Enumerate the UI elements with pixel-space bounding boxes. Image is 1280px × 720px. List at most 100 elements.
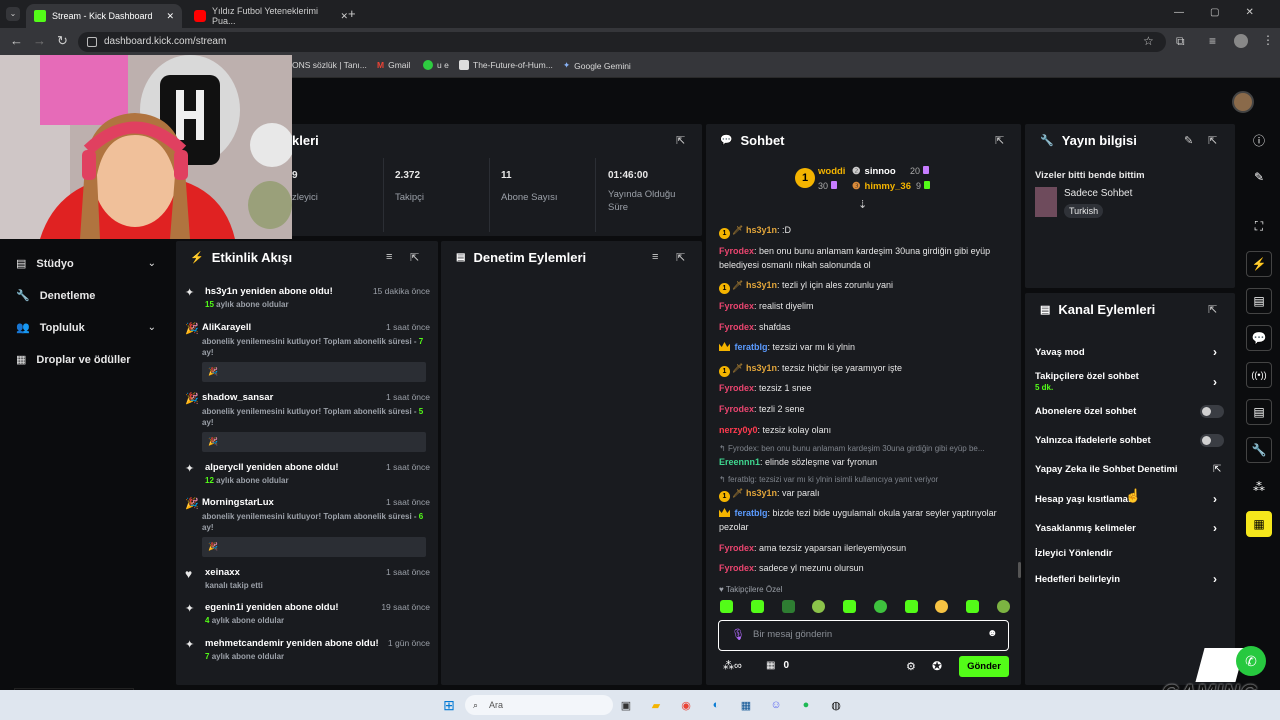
set-goals-label[interactable]: Hedefleri belirleyin — [1035, 574, 1120, 585]
emote-icon[interactable] — [812, 600, 826, 613]
steam-icon[interactable]: ◍ — [826, 695, 846, 715]
emote-icon[interactable] — [873, 600, 887, 613]
popout-icon[interactable]: ⇱ — [1208, 303, 1217, 316]
sidebar-item-moderation[interactable]: 🔧 Denetleme — [16, 289, 95, 303]
sidebar-item-community[interactable]: 👥 Topluluk ⌄ — [16, 321, 156, 335]
sidebar-item-studio[interactable]: ▤ Stüdyo ⌄ — [16, 257, 156, 271]
chrome-icon[interactable]: ◉ — [676, 695, 696, 715]
reply-reference[interactable]: ↰ feratblg: tezsizi var mı ki ylnin isim… — [719, 473, 1009, 487]
leader-name[interactable]: woddi — [818, 166, 845, 177]
chat-username[interactable]: Fyrodex — [719, 543, 754, 553]
file-explorer-icon[interactable]: ▰ — [646, 695, 666, 715]
reload-icon[interactable]: ↻ — [57, 33, 68, 49]
tab-search-button[interactable]: ⌄ — [6, 7, 20, 21]
emote-icon[interactable] — [750, 600, 764, 613]
emote-icon[interactable] — [781, 600, 795, 613]
close-window-icon[interactable]: ✕ — [1245, 7, 1253, 18]
popout-icon[interactable]: ⇱ — [676, 251, 685, 264]
user-avatar[interactable] — [1232, 91, 1254, 113]
emoji-picker-icon[interactable]: ☻ — [987, 628, 998, 639]
edit-pencil-icon[interactable]: ✎ — [1184, 134, 1193, 147]
ai-moderation-label[interactable]: Yapay Zeka ile Sohbet Denetimi — [1035, 464, 1178, 475]
fullscreen-icon[interactable]: ⛶ — [1246, 213, 1272, 239]
leader-item[interactable]: ❷ sinnoo — [852, 166, 896, 177]
emote-icon[interactable] — [966, 600, 980, 613]
slow-mode-label[interactable]: Yavaş mod — [1035, 347, 1085, 358]
video-rail-icon[interactable]: ▦ — [1246, 511, 1272, 537]
tab-kick-dashboard[interactable]: Stream - Kick Dashboard ✕ — [26, 4, 182, 28]
banned-words-label[interactable]: Yasaklanmış kelimeler — [1035, 523, 1136, 534]
popout-icon[interactable]: ⇱ — [410, 251, 419, 264]
media-icon[interactable]: ≡ — [1209, 34, 1216, 48]
chat-username[interactable]: Fyrodex — [719, 563, 754, 573]
store-button[interactable]: ▦ 0 — [766, 660, 789, 671]
task-view-icon[interactable]: ▣ — [616, 695, 636, 715]
chat-username[interactable]: Fyrodex — [719, 383, 754, 393]
chevron-right-icon[interactable]: › — [1213, 572, 1217, 586]
chat-username[interactable]: feratblg — [735, 508, 768, 518]
forward-icon[interactable]: → — [33, 33, 46, 48]
document-rail-icon[interactable]: ▤ — [1246, 288, 1272, 314]
reply-reference[interactable]: ↰ Fyrodex: ben onu bunu anlamam kardeşim… — [719, 442, 1007, 456]
community-rail-icon[interactable]: ⁂ — [1246, 474, 1272, 500]
leader-item[interactable]: ❸ himmy_36 — [852, 181, 911, 192]
send-button[interactable]: Gönder — [959, 656, 1009, 677]
maximize-icon[interactable]: ▢ — [1210, 7, 1219, 18]
edit-icon[interactable]: ✎ — [1246, 164, 1272, 190]
server-rail-icon[interactable]: ▤ — [1246, 399, 1272, 425]
popout-icon[interactable]: ⇱ — [676, 134, 685, 147]
site-info-icon[interactable] — [87, 37, 97, 47]
popout-icon[interactable]: ⇱ — [1208, 134, 1217, 147]
account-age-label[interactable]: Hesap yaşı kısıtlaması — [1035, 494, 1136, 505]
chat-username[interactable]: Fyrodex — [719, 404, 754, 414]
discord-icon[interactable]: ☺ — [766, 695, 786, 715]
emote-icon[interactable] — [996, 600, 1010, 613]
chat-rail-icon[interactable]: 💬 — [1246, 325, 1272, 351]
chevron-right-icon[interactable]: › — [1213, 375, 1217, 389]
chat-username[interactable]: hs3y1n — [746, 488, 777, 498]
chevron-right-icon[interactable]: › — [1213, 521, 1217, 535]
subscribers-only-toggle[interactable] — [1200, 405, 1224, 418]
chat-username[interactable]: Fyrodex — [719, 301, 754, 311]
close-tab-icon[interactable]: ✕ — [166, 11, 174, 22]
back-icon[interactable]: ← — [10, 33, 23, 48]
external-link-icon[interactable]: ⇱ — [1213, 464, 1221, 475]
taskbar-search[interactable]: ⌕ Ara — [465, 695, 613, 715]
bookmark-star-icon[interactable]: ☆ — [1143, 34, 1154, 48]
chat-username[interactable]: Fyrodex — [719, 322, 754, 332]
new-tab-button[interactable]: + — [348, 6, 356, 21]
profile-avatar[interactable] — [1234, 34, 1248, 48]
microphone-icon[interactable]: 🎙 — [731, 628, 745, 641]
popout-icon[interactable]: ⇱ — [995, 134, 1004, 147]
filter-icon[interactable]: ≡ — [652, 251, 658, 263]
chevron-right-icon[interactable]: › — [1213, 345, 1217, 359]
settings-gear-icon[interactable]: ⚙ — [906, 660, 916, 673]
store-app-icon[interactable]: ▦ — [736, 695, 756, 715]
bookmark-item[interactable]: u e — [423, 60, 449, 70]
wrench-rail-icon[interactable]: 🔧 — [1246, 437, 1272, 463]
chat-username[interactable]: hs3y1n — [746, 280, 777, 290]
close-tab-icon[interactable]: ✕ — [340, 11, 348, 22]
broadcast-rail-icon[interactable]: ((•)) — [1246, 362, 1272, 388]
chat-username[interactable]: Fyrodex — [719, 246, 754, 256]
sidebar-item-drops[interactable]: ▦ Droplar ve ödüller — [16, 353, 131, 367]
raid-label[interactable]: İzleyici Yönlendir — [1035, 548, 1112, 559]
bookmark-item[interactable]: The-Future-of-Hum... — [459, 60, 553, 70]
edge-icon[interactable]: ◐ — [706, 695, 726, 715]
bookmark-item[interactable]: ONS sözlük | Tanı... — [292, 60, 367, 70]
activity-rail-icon[interactable]: ⚡ — [1246, 251, 1272, 277]
menu-icon[interactable]: ⋮ — [1262, 33, 1274, 47]
chat-username[interactable]: Ereennn1 — [719, 457, 760, 467]
windows-start-icon[interactable]: ⊞ — [439, 695, 459, 715]
extensions-icon[interactable]: ⧉ — [1176, 34, 1185, 49]
collapse-leaderboard-icon[interactable]: ⇣ — [858, 198, 867, 211]
emote-icon[interactable] — [720, 600, 733, 613]
emote-icon[interactable] — [935, 600, 949, 613]
info-icon[interactable]: ⓘ — [1246, 127, 1272, 153]
emote-icon[interactable] — [904, 600, 918, 613]
emote-only-toggle[interactable] — [1200, 434, 1224, 447]
filter-icon[interactable]: ≡ — [386, 251, 392, 263]
chat-username[interactable]: feratblg — [735, 342, 768, 352]
url-input[interactable]: dashboard.kick.com/stream — [78, 32, 1166, 52]
spotify-icon[interactable]: ● — [796, 695, 816, 715]
